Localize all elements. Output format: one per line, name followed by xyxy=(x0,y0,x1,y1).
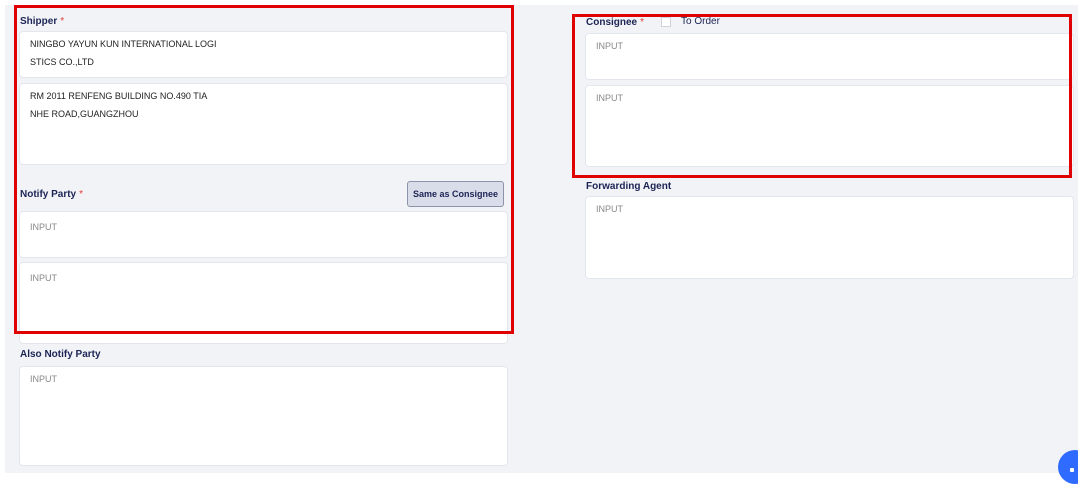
shipper-address-line-1: RM 2011 RENFENG BUILDING NO.490 TIA xyxy=(30,91,208,101)
chat-button[interactable] xyxy=(1058,450,1078,484)
forwarding-agent-label: Forwarding Agent xyxy=(586,181,672,192)
shipper-address-line-2: NHE ROAD,GUANGZHOU xyxy=(30,109,139,119)
chat-icon xyxy=(1070,468,1074,472)
consignee-label: Consignee * xyxy=(586,17,645,28)
required-marker: * xyxy=(79,189,84,200)
consignee-address-field[interactable]: INPUT xyxy=(585,85,1074,167)
notify-party-name-field[interactable]: INPUT xyxy=(19,211,508,258)
consignee-name-field[interactable]: INPUT xyxy=(585,33,1074,80)
shipper-name-field[interactable]: NINGBO YAYUN KUN INTERNATIONAL LOGI STIC… xyxy=(19,31,508,78)
consignee-address-placeholder: INPUT xyxy=(596,93,623,103)
notify-party-address-placeholder: INPUT xyxy=(30,273,57,283)
notify-party-label: Notify Party * xyxy=(20,189,84,200)
shipper-address-field[interactable]: RM 2011 RENFENG BUILDING NO.490 TIA NHE … xyxy=(19,83,508,165)
also-notify-party-field[interactable]: INPUT xyxy=(19,366,508,466)
also-notify-party-label: Also Notify Party xyxy=(20,349,101,360)
to-order-label: To Order xyxy=(681,16,720,27)
same-as-consignee-button[interactable]: Same as Consignee xyxy=(407,181,504,207)
shipper-label: Shipper * xyxy=(20,16,65,27)
forwarding-agent-placeholder: INPUT xyxy=(596,204,623,214)
shipper-name-line-2: STICS CO.,LTD xyxy=(30,57,94,67)
required-marker: * xyxy=(60,16,65,27)
shipper-name-line-1: NINGBO YAYUN KUN INTERNATIONAL LOGI xyxy=(30,39,217,49)
notify-party-name-placeholder: INPUT xyxy=(30,222,57,232)
consignee-name-placeholder: INPUT xyxy=(596,41,623,51)
required-marker: * xyxy=(640,17,645,28)
forwarding-agent-field[interactable]: INPUT xyxy=(585,196,1074,279)
notify-party-address-field[interactable]: INPUT xyxy=(19,262,508,344)
to-order-checkbox[interactable] xyxy=(661,17,671,27)
also-notify-party-placeholder: INPUT xyxy=(30,374,57,384)
